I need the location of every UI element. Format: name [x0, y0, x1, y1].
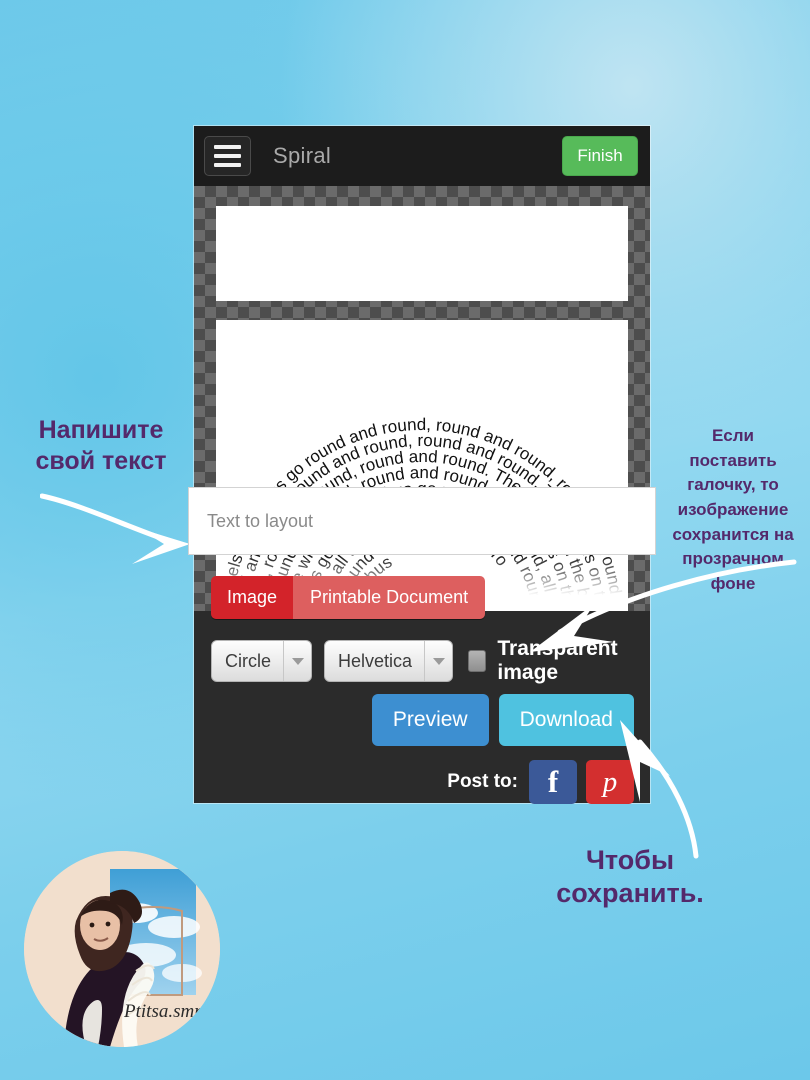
segment-option-printable-document[interactable]: Printable Document: [293, 576, 486, 619]
hamburger-menu-icon[interactable]: [204, 136, 251, 176]
chevron-down-icon: [283, 641, 311, 681]
shape-select[interactable]: Circle: [211, 640, 313, 682]
transparent-image-label: Transparent image: [497, 637, 618, 684]
text-to-layout-input[interactable]: [188, 487, 656, 555]
annotation-to-save: Чтобы сохранить.: [556, 845, 704, 908]
transparent-image-checkbox[interactable]: [468, 650, 487, 672]
hamburger-bar: [214, 163, 241, 167]
options-row: Circle Helvetica Transparent image: [211, 637, 650, 685]
annotation-write-your-text: Напишите свой текст: [35, 416, 167, 475]
spiral-arc-group: wheels on the bus go round and round, ro…: [216, 320, 627, 611]
app-bar: Spiral Finish: [194, 126, 650, 186]
annotation-transparent-hint: Если поставить галочку, то изображение с…: [672, 426, 794, 593]
hamburger-bar: [214, 154, 241, 158]
preview-button[interactable]: Preview: [371, 694, 489, 746]
app-title: Spiral: [273, 143, 332, 168]
facebook-icon[interactable]: f: [529, 760, 577, 804]
action-buttons-row: Preview Download: [371, 694, 634, 746]
app-screenshot-frame: Spiral Finish els s go round and round, …: [188, 126, 656, 804]
avatar-handle: Ptitsa.smm: [123, 1001, 208, 1022]
hamburger-bar: [214, 145, 241, 149]
preview-sheet-top: [216, 206, 628, 301]
pinterest-icon[interactable]: р: [586, 760, 634, 804]
font-select-value: Helvetica: [338, 650, 413, 671]
chevron-down-icon: [424, 641, 452, 681]
preview-sheet-spiral: wheels on the bus go round and round, ro…: [216, 320, 628, 611]
download-button[interactable]: Download: [498, 694, 634, 746]
output-type-segmented-control[interactable]: Image Printable Document: [211, 576, 486, 619]
post-to-row: Post to: f р: [447, 760, 634, 804]
spiral-text-render: wheels on the bus go round and round, ro…: [216, 320, 628, 611]
post-to-label: Post to:: [447, 771, 518, 792]
font-select[interactable]: Helvetica: [324, 640, 454, 682]
finish-button[interactable]: Finish: [562, 136, 638, 176]
segment-option-image[interactable]: Image: [211, 576, 294, 619]
shape-select-value: Circle: [225, 650, 272, 671]
avatar: Ptitsa.smm: [24, 851, 220, 1047]
